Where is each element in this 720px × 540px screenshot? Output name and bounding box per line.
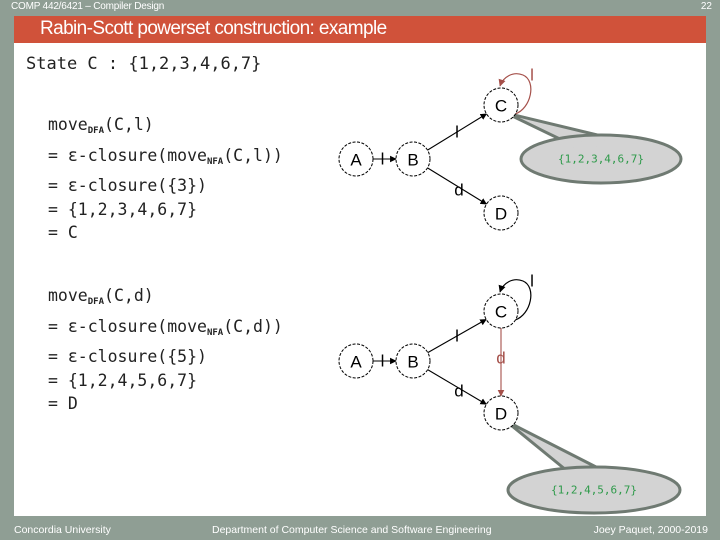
edge-label: d bbox=[454, 382, 463, 401]
footer: Concordia University Department of Compu… bbox=[0, 522, 720, 540]
slide-content: State C : {1,2,3,4,6,7} moveDFA(C,l) = ε-… bbox=[14, 43, 706, 516]
state-label: C bbox=[495, 97, 507, 116]
edge-label: l bbox=[530, 272, 534, 291]
edge-label: l bbox=[381, 150, 385, 169]
edge-label: d bbox=[454, 181, 463, 200]
callout-text: {1,2,3,4,6,7} bbox=[558, 153, 644, 166]
footer-department: Department of Computer Science and Softw… bbox=[212, 524, 492, 536]
dfa-diagrams: {1,2,3,4,6,7}lldlA BCD{1,2,4,5,6,7}lldldA… bbox=[338, 66, 683, 515]
top-bar: COMP 442/6421 – Compiler Design 22 bbox=[0, 0, 720, 16]
course-title: COMP 442/6421 – Compiler Design bbox=[11, 1, 165, 12]
page-number: 22 bbox=[700, 1, 712, 12]
state-label: A bbox=[350, 151, 362, 170]
edge-label: d bbox=[496, 349, 505, 368]
callout-pointer bbox=[504, 419, 600, 472]
callout-joint bbox=[567, 469, 597, 477]
footer-author: Joey Paquet, 2000-2019 bbox=[593, 524, 708, 536]
footer-university: Concordia University bbox=[14, 524, 111, 536]
state-label: C bbox=[495, 303, 507, 322]
state-label: D bbox=[495, 205, 507, 224]
state-label: A bbox=[350, 353, 362, 372]
state-label: D bbox=[495, 405, 507, 424]
state-label: B bbox=[407, 151, 418, 170]
callout-text: {1,2,4,5,6,7} bbox=[551, 484, 637, 497]
callout-joint bbox=[565, 140, 613, 148]
edge-label: l bbox=[381, 352, 385, 371]
state-label: B bbox=[407, 353, 418, 372]
title-banner: Rabin-Scott powerset construction: examp… bbox=[14, 16, 706, 43]
slide-title: Rabin-Scott powerset construction: examp… bbox=[40, 18, 387, 39]
edge-label: l bbox=[455, 327, 459, 346]
edge-label: l bbox=[530, 66, 534, 85]
edge-label: l bbox=[455, 123, 459, 142]
